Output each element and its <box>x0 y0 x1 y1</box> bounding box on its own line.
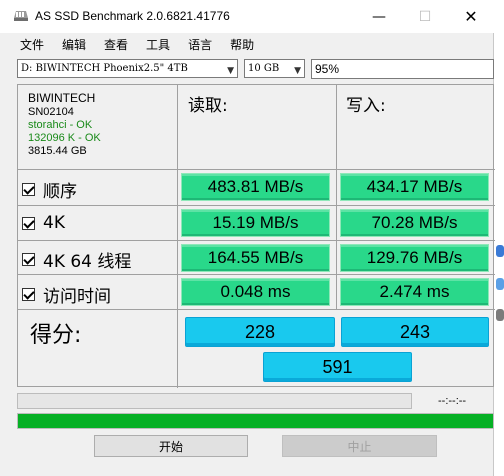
row-label: 顺序 <box>43 182 77 202</box>
test-size-select[interactable]: 10 GB ▼ <box>244 59 305 78</box>
score-label: 得分: <box>30 323 82 348</box>
window-title: AS SSD Benchmark 2.0.6821.41776 <box>35 9 230 23</box>
start-button[interactable]: 开始 <box>94 435 248 457</box>
4k-read-value: 15.19 MB/s <box>181 209 330 237</box>
elapsed-time: --:--:-- <box>438 395 467 407</box>
row-label: 4K <box>43 213 65 233</box>
grid-divider <box>18 205 495 206</box>
grid-divider <box>18 309 495 310</box>
menu-tools[interactable]: 工具 <box>146 34 170 56</box>
menu-help[interactable]: 帮助 <box>230 34 254 56</box>
drive-serial: SN02104 <box>28 106 74 118</box>
row-access-time[interactable]: 访问时间 <box>22 282 111 307</box>
desktop-icon-fragment <box>496 245 504 257</box>
close-button[interactable]: ✕ <box>448 0 494 33</box>
results-grid: BIWINTECH SN02104 storahci - OK 132096 K… <box>17 84 495 388</box>
row-sequential[interactable]: 顺序 <box>22 177 77 202</box>
chevron-down-icon: ▼ <box>294 66 301 76</box>
write-column-header: 写入: <box>346 96 386 116</box>
menu-edit[interactable]: 编辑 <box>62 34 86 56</box>
stop-button[interactable]: 中止 <box>282 435 437 457</box>
access-time-read-value: 0.048 ms <box>181 278 330 306</box>
4k-write-value: 70.28 MB/s <box>340 209 489 237</box>
test-progress-bar <box>17 393 412 409</box>
total-score: 591 <box>263 352 412 382</box>
4k-64-thread-checkbox[interactable] <box>22 253 35 266</box>
chevron-down-icon: ▼ <box>227 66 234 76</box>
row-4k-64-thread[interactable]: 4K 64 线程 <box>22 247 131 272</box>
row-label: 4K 64 线程 <box>43 252 132 272</box>
read-column-header: 读取: <box>188 96 228 116</box>
grid-divider <box>18 274 495 275</box>
drive-info: BIWINTECH SN02104 storahci - OK 132096 K… <box>28 91 101 158</box>
maximize-button[interactable]: ☐ <box>402 0 448 33</box>
menu-file[interactable]: 文件 <box>20 34 44 56</box>
4k-64-thread-write-value: 129.76 MB/s <box>340 244 489 272</box>
grid-divider <box>18 169 495 170</box>
drive-select-value: D: BIWINTECH Phoenix2.5" 4TB <box>21 63 188 74</box>
menu-view[interactable]: 查看 <box>104 34 128 56</box>
desktop-background <box>495 0 504 476</box>
grid-divider <box>18 240 495 241</box>
overall-progress-bar <box>17 413 494 429</box>
row-label: 访问时间 <box>43 287 111 307</box>
sequential-write-value: 434.17 MB/s <box>340 173 489 201</box>
app-drive-icon <box>14 11 28 21</box>
access-time-checkbox[interactable] <box>22 288 35 301</box>
grid-divider <box>177 85 178 388</box>
read-score: 228 <box>185 317 335 347</box>
drive-select[interactable]: D: BIWINTECH Phoenix2.5" 4TB ▼ <box>17 59 238 78</box>
title-bar[interactable]: AS SSD Benchmark 2.0.6821.41776 — ☐ ✕ <box>0 0 494 33</box>
sequential-read-value: 483.81 MB/s <box>181 173 330 201</box>
row-4k[interactable]: 4K <box>22 213 65 233</box>
alignment-status: 132096 K - OK <box>28 132 101 144</box>
4k-checkbox[interactable] <box>22 216 35 230</box>
overall-progress-fill <box>18 414 493 428</box>
test-size-value: 10 GB <box>248 63 280 74</box>
write-score: 243 <box>341 317 489 347</box>
drive-model: BIWINTECH <box>28 91 96 105</box>
percent-field[interactable]: 95% <box>311 59 494 79</box>
driver-status: storahci - OK <box>28 119 93 131</box>
menu-language[interactable]: 语言 <box>188 34 212 56</box>
grid-divider <box>336 85 337 309</box>
access-time-write-value: 2.474 ms <box>340 278 489 306</box>
sequential-checkbox[interactable] <box>22 183 35 196</box>
desktop-icon-fragment <box>496 309 504 321</box>
minimize-button[interactable]: — <box>356 0 402 33</box>
drive-capacity: 3815.44 GB <box>28 145 87 157</box>
menu-bar: 文件 编辑 查看 工具 语言 帮助 <box>0 34 494 56</box>
4k-64-thread-read-value: 164.55 MB/s <box>181 244 330 272</box>
desktop-icon-fragment <box>496 278 504 290</box>
as-ssd-window: AS SSD Benchmark 2.0.6821.41776 — ☐ ✕ 文件… <box>0 0 495 476</box>
